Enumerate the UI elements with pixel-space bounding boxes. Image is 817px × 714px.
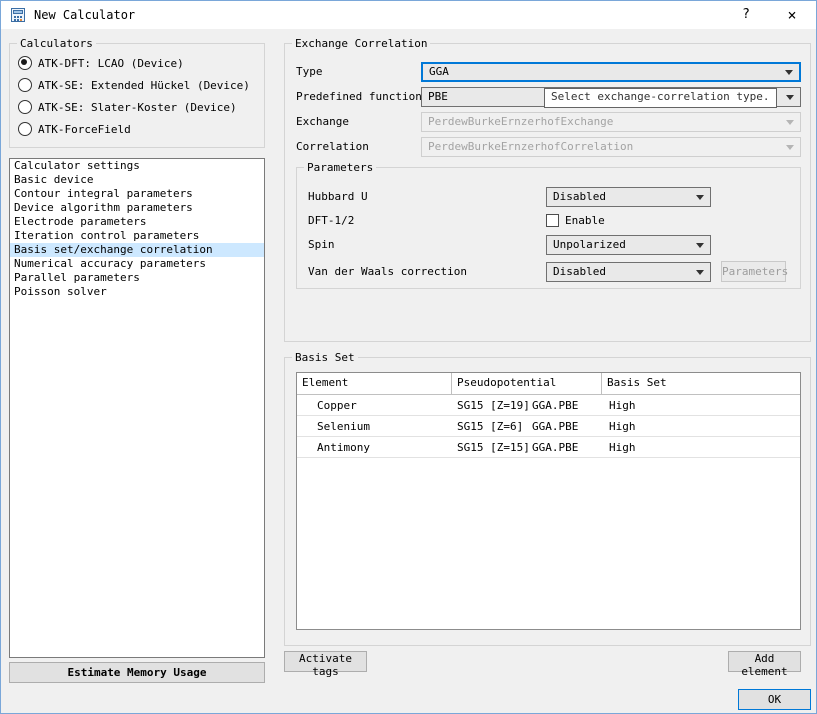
settings-item-poisson-solver[interactable]: Poisson solver [10,285,264,299]
parameters-group-label: Parameters [307,161,374,174]
settings-item-contour-integral[interactable]: Contour integral parameters [10,187,264,201]
radio-label: ATK-SE: Slater-Koster (Device) [38,100,237,114]
element-cell: Copper [317,398,357,412]
correlation-select: PerdewBurkeErnzerhofCorrelation [421,137,801,157]
estimate-memory-usage-button[interactable]: Estimate Memory Usage [9,662,265,683]
predefined-selected-value: PBE [428,90,448,103]
radio-label: ATK-DFT: LCAO (Device) [38,56,184,70]
calculator-app-icon [10,7,26,23]
settings-item-iteration-control[interactable]: Iteration control parameters [10,229,264,243]
type-label: Type [296,65,323,78]
radio-icon [18,100,32,114]
titlebar: New Calculator ? × [1,1,816,29]
basis-set-table-header: Element Pseudopotential Basis Set [297,373,800,395]
settings-list-header: Calculator settings [14,159,140,172]
settings-item-basic-device[interactable]: Basic device [10,173,264,187]
type-selected-value: GGA [429,65,449,78]
pseudopotential-cell: SG15 [Z=19] [457,398,530,412]
dft-half-label: DFT-1/2 [308,214,355,227]
exchange-correlation-type-select[interactable]: GGA [421,62,801,82]
functional-cell: GGA.PBE [532,398,579,412]
chevron-down-icon [786,145,794,150]
basis-set-table: Element Pseudopotential Basis Set Copper… [296,372,801,630]
element-cell: Selenium [317,419,370,433]
table-row-selenium[interactable]: Selenium SG15 [Z=6] GGA.PBE High [297,416,800,437]
chevron-down-icon [786,120,794,125]
basis-cell: High [609,419,636,433]
radio-label: ATK-SE: Extended Hückel (Device) [38,78,250,92]
predefined-functionals-label: Predefined functionals [296,90,442,103]
exchange-select: PerdewBurkeErnzerhofExchange [421,112,801,132]
chevron-down-icon [785,70,793,75]
table-row-copper[interactable]: Copper SG15 [Z=19] GGA.PBE High [297,395,800,416]
radio-icon [18,122,32,136]
column-header-element: Element [297,373,452,394]
activate-tags-button[interactable]: Activate tags [284,651,367,678]
radio-atk-se-slater-koster[interactable]: ATK-SE: Slater-Koster (Device) [18,98,237,116]
ok-button[interactable]: OK [738,689,811,710]
table-row-antimony[interactable]: Antimony SG15 [Z=15] GGA.PBE High [297,437,800,458]
vdw-selected-value: Disabled [553,265,606,278]
help-button[interactable]: ? [730,1,762,29]
functional-cell: GGA.PBE [532,419,579,433]
settings-item-basis-set-exchange-correlation[interactable]: Basis set/exchange correlation [10,243,264,257]
chevron-down-icon [696,195,704,200]
settings-item-electrode[interactable]: Electrode parameters [10,215,264,229]
basis-cell: High [609,398,636,412]
basis-cell: High [609,440,636,454]
dft-half-enable-checkbox[interactable] [546,214,559,227]
column-header-basis-set: Basis Set [607,376,667,389]
radio-atk-forcefield[interactable]: ATK-ForceField [18,120,131,138]
chevron-down-icon [786,95,794,100]
radio-atk-dft-lcao[interactable]: ATK-DFT: LCAO (Device) [18,54,184,72]
exchange-selected-value: PerdewBurkeErnzerhofExchange [428,115,614,128]
radio-label: ATK-ForceField [38,122,131,136]
window-title: New Calculator [34,8,136,22]
add-element-button[interactable]: Add element [728,651,801,678]
settings-item-numerical-accuracy[interactable]: Numerical accuracy parameters [10,257,264,271]
spin-label: Spin [308,238,335,251]
exchange-label: Exchange [296,115,349,128]
exchange-correlation-tooltip: Select exchange-correlation type. [544,88,777,108]
hubbard-u-selected-value: Disabled [553,190,606,203]
settings-item-device-algorithm[interactable]: Device algorithm parameters [10,201,264,215]
vdw-parameters-button: Parameters [721,261,788,282]
correlation-label: Correlation [296,140,369,153]
radio-selected-icon [18,56,32,70]
chevron-down-icon [696,270,704,275]
dft-half-enable-label: Enable [565,214,605,227]
calculator-settings-list: Calculator settings Basic device Contour… [9,158,265,658]
calculators-group-label: Calculators [20,37,93,50]
exchange-correlation-group-label: Exchange Correlation [295,37,428,50]
settings-item-parallel[interactable]: Parallel parameters [10,271,264,285]
radio-atk-se-extended-huckel[interactable]: ATK-SE: Extended Hückel (Device) [18,76,250,94]
pseudopotential-cell: SG15 [Z=15] [457,440,530,454]
vdw-correction-select[interactable]: Disabled [546,262,711,282]
close-icon[interactable]: × [776,1,808,29]
hubbard-u-select[interactable]: Disabled [546,187,711,207]
new-calculator-dialog: New Calculator ? × Calculators ATK-DFT: … [0,0,817,714]
correlation-selected-value: PerdewBurkeErnzerhofCorrelation [428,140,634,153]
spin-selected-value: Unpolarized [553,238,626,251]
spin-select[interactable]: Unpolarized [546,235,711,255]
element-cell: Antimony [317,440,370,454]
hubbard-u-label: Hubbard U [308,190,368,203]
chevron-down-icon [696,243,704,248]
pseudopotential-cell: SG15 [Z=6] [457,419,524,433]
functional-cell: GGA.PBE [532,440,579,454]
vdw-correction-label: Van der Waals correction [308,265,467,278]
column-header-pseudopotential: Pseudopotential [452,373,602,394]
radio-icon [18,78,32,92]
basis-set-group-label: Basis Set [295,351,355,364]
